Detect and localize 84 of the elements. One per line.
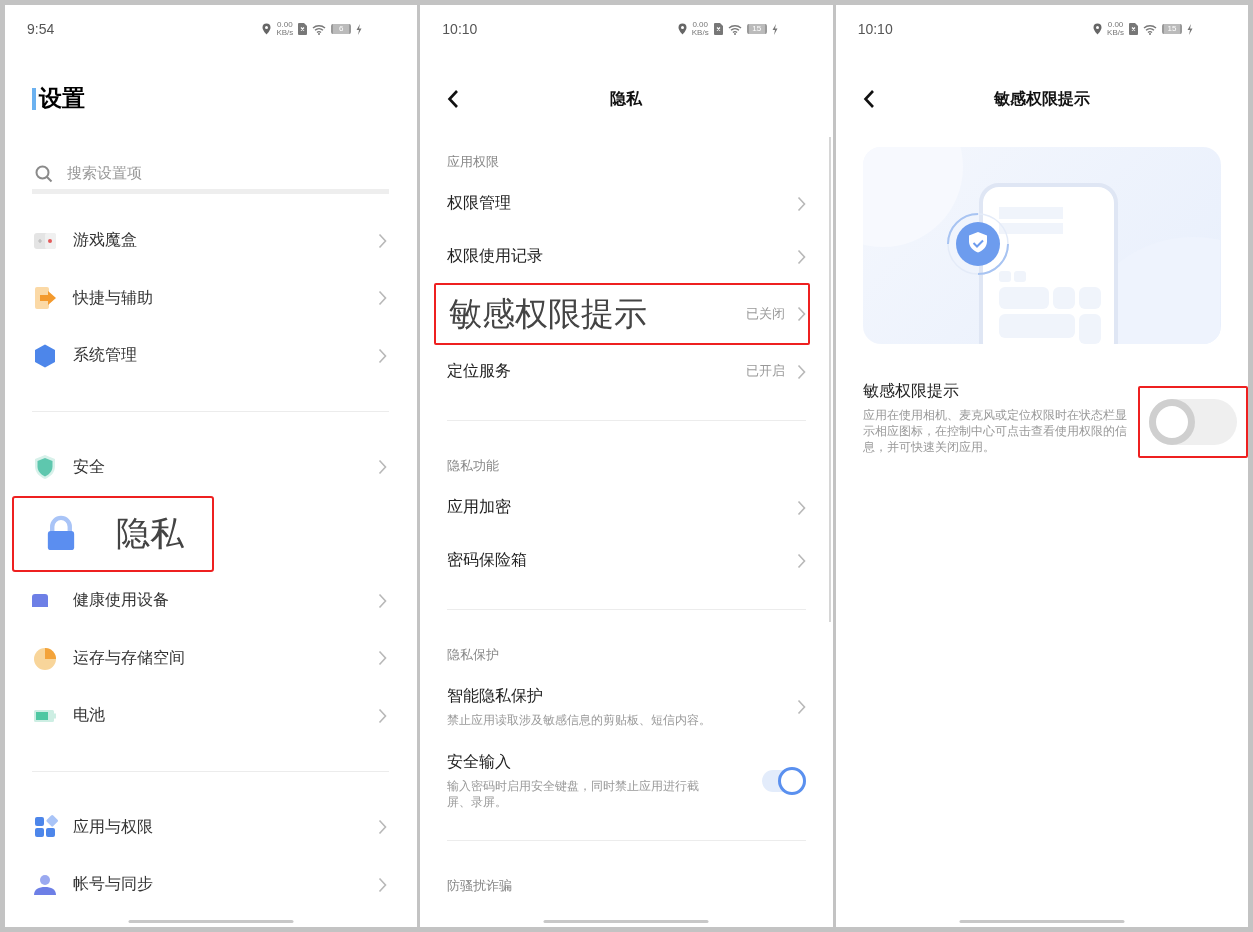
settings-item[interactable]: 安全输入 <box>447 752 762 773</box>
scrollbar[interactable] <box>828 137 831 622</box>
speed-unit: KB/s <box>276 29 294 37</box>
wifi-icon <box>1143 23 1157 35</box>
pie-chart-icon <box>32 645 58 672</box>
section-heading: 防骚扰诈骗 <box>447 877 514 895</box>
location-pin-icon <box>1093 23 1103 35</box>
section-heading: 隐私功能 <box>447 457 501 475</box>
chevron-right-icon <box>796 552 806 569</box>
settings-item[interactable]: 定位服务 <box>447 361 746 382</box>
network-speed: 0.00 <box>692 21 708 29</box>
chevron-right-icon <box>796 499 806 516</box>
chevron-right-icon <box>378 876 388 893</box>
location-pin-icon <box>677 23 687 35</box>
settings-item[interactable]: 帐号与同步 <box>73 874 379 896</box>
rounded-block-icon <box>32 594 48 608</box>
location-pin-icon <box>262 23 272 35</box>
sim-card-icon <box>1129 23 1138 35</box>
setting-title: 敏感权限提示 <box>862 381 960 401</box>
settings-item[interactable]: 权限管理 <box>447 193 797 214</box>
chevron-right-icon <box>378 819 388 836</box>
home-indicator[interactable] <box>128 920 294 923</box>
battery-level: 15 <box>1167 24 1177 34</box>
chevron-right-icon <box>378 592 388 609</box>
network-speed: 0.00 <box>277 21 293 29</box>
battery-level: 15 <box>752 24 762 34</box>
settings-item[interactable]: 运存与存储空间 <box>73 647 379 669</box>
charging-bolt-icon <box>771 23 778 35</box>
status-value: 已开启 <box>745 363 785 380</box>
chevron-right-icon <box>796 363 806 380</box>
speed-unit: KB/s <box>1107 29 1124 37</box>
settings-item[interactable]: 安全 <box>73 456 379 478</box>
section-heading: 应用权限 <box>447 153 501 171</box>
search-placeholder: 搜索设置项 <box>67 164 142 183</box>
settings-item[interactable]: 应用加密 <box>447 497 797 518</box>
settings-item[interactable]: 电池 <box>73 705 379 727</box>
setting-description: 应用在使用相机、麦克风或定位权限时在状态栏显示相应图标，在控制中心可点击查看使用权限的信息，并可快速关闭应用。 <box>862 408 1128 455</box>
status-time: 9:54 <box>27 21 56 37</box>
wifi-icon <box>312 23 327 35</box>
chevron-right-icon <box>378 650 388 667</box>
sim-card-icon <box>713 23 723 35</box>
toggle-switch[interactable] <box>761 770 806 792</box>
settings-item[interactable]: 快捷与辅助 <box>73 287 379 309</box>
chevron-right-icon <box>796 248 806 265</box>
toggle-switch[interactable] <box>1149 399 1237 445</box>
chevron-right-icon <box>378 232 388 249</box>
page-title: 隐私 <box>610 88 643 109</box>
section-heading: 隐私保护 <box>447 646 501 664</box>
status-time: 10:10 <box>442 21 479 37</box>
battery-level: 6 <box>339 24 344 34</box>
chevron-right-icon <box>378 707 388 724</box>
home-indicator[interactable] <box>544 920 709 923</box>
speed-unit: KB/s <box>691 29 709 37</box>
chevron-right-icon <box>796 195 806 212</box>
page-title: 设置 <box>39 84 85 113</box>
chevron-right-icon <box>378 459 388 476</box>
item-description: 输入密码时启用安全键盘，同时禁止应用进行截屏、录屏。 <box>447 779 701 810</box>
chevron-right-icon <box>378 347 388 364</box>
home-indicator[interactable] <box>959 920 1125 923</box>
title-accent-bar <box>32 87 36 110</box>
settings-item[interactable]: 智能隐私保护 <box>447 686 797 707</box>
chevron-right-icon <box>378 290 388 307</box>
settings-item[interactable]: 密码保险箱 <box>447 550 797 571</box>
status-value: 已关闭 <box>745 305 785 323</box>
chevron-right-icon <box>796 306 806 322</box>
page-title: 敏感权限提示 <box>993 88 1090 109</box>
shield-icon <box>32 454 58 481</box>
status-time: 10:10 <box>857 21 894 37</box>
item-description: 禁止应用读取涉及敏感信息的剪贴板、短信内容。 <box>447 713 713 728</box>
charging-bolt-icon <box>1187 23 1193 35</box>
settings-item[interactable]: 应用与权限 <box>73 816 379 838</box>
charging-bolt-icon <box>356 23 363 35</box>
search-icon <box>35 164 53 183</box>
chevron-right-icon <box>796 699 806 715</box>
settings-item[interactable]: 系统管理 <box>73 345 379 367</box>
sim-card-icon <box>298 23 308 35</box>
hexagon-icon <box>32 342 58 369</box>
arrow-right-icon <box>32 285 58 312</box>
network-speed: 0.00 <box>1107 21 1124 29</box>
wifi-icon <box>727 23 742 35</box>
settings-item[interactable]: 隐私 <box>116 511 211 557</box>
settings-item[interactable]: 游戏魔盒 <box>73 230 379 252</box>
settings-item[interactable]: 健康使用设备 <box>73 590 379 612</box>
settings-item[interactable]: 权限使用记录 <box>447 246 797 267</box>
